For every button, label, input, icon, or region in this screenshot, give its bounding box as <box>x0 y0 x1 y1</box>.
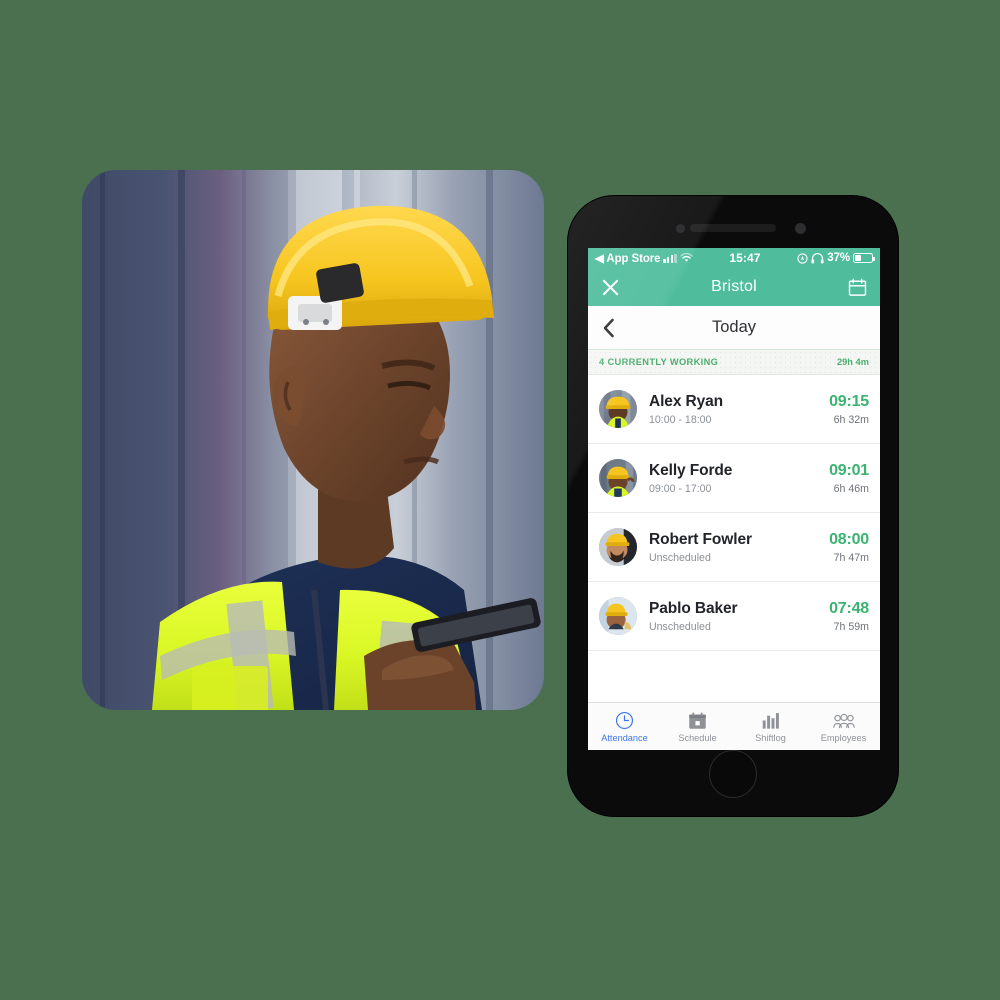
calendar-icon <box>849 278 867 296</box>
employee-schedule: Unscheduled <box>649 551 711 564</box>
avatar <box>599 597 637 635</box>
clock-icon <box>615 711 634 730</box>
avatar-icon <box>599 459 637 497</box>
table-row[interactable]: Robert Fowler Unscheduled 08:00 7h 47m <box>588 513 880 582</box>
battery-icon <box>853 253 876 263</box>
section-header: 4 CURRENTLY WORKING 29h 4m <box>588 350 880 375</box>
location-icon <box>797 252 808 264</box>
avatar-icon <box>599 390 637 428</box>
front-camera-icon <box>676 224 685 233</box>
clock-in-time: 09:15 <box>829 392 869 410</box>
close-icon <box>602 279 618 295</box>
close-button[interactable] <box>599 276 621 298</box>
section-total-hours: 29h 4m <box>836 357 869 367</box>
hero-photo <box>82 170 544 710</box>
people-icon <box>832 711 855 730</box>
tab-label: Employees <box>820 732 867 743</box>
app-navbar: Bristol <box>588 268 880 306</box>
current-date-label: Today <box>711 318 757 336</box>
avatar <box>599 390 637 428</box>
clock-in-time: 08:00 <box>829 530 869 548</box>
clock-in-time: 09:01 <box>829 461 869 479</box>
battery-percent-label: 37% <box>827 252 850 264</box>
status-bar-time: 15:47 <box>729 251 761 265</box>
employee-name: Pablo Baker <box>649 600 738 618</box>
employee-schedule: 10:00 - 18:00 <box>649 413 712 426</box>
employee-schedule: 09:00 - 17:00 <box>649 482 712 495</box>
table-row[interactable]: Alex Ryan 10:00 - 18:00 09:15 6h 32m <box>588 375 880 444</box>
tab-label: Schedule <box>678 732 717 743</box>
headphones-icon <box>811 252 824 263</box>
tab-label: Shiftlog <box>755 732 786 743</box>
page-title: Bristol <box>711 278 757 295</box>
status-bar: ◀ App Store 15:47 37% <box>588 248 880 268</box>
wifi-icon <box>679 253 693 262</box>
employee-schedule: Unscheduled <box>649 620 711 633</box>
avatar-icon <box>599 597 637 635</box>
table-row[interactable]: Kelly Forde 09:00 - 17:00 09:01 6h 46m <box>588 444 880 513</box>
tab-label: Attendance <box>601 732 648 743</box>
list-empty-space <box>588 651 880 709</box>
employee-name: Alex Ryan <box>649 393 724 411</box>
avatar <box>599 459 637 497</box>
phone-device: ◀ App Store 15:47 37% Bristol Today 4 CU… <box>568 196 898 816</box>
section-header-label: 4 CURRENTLY WORKING <box>599 357 719 367</box>
bottom-tab-bar: Attendance Schedule Shiftlog Employees <box>588 702 880 750</box>
phone-screen: ◀ App Store 15:47 37% Bristol Today 4 CU… <box>588 248 880 750</box>
worked-duration: 7h 47m <box>833 552 869 565</box>
bar-chart-icon <box>761 711 780 730</box>
tab-shiftlog[interactable]: Shiftlog <box>734 711 807 743</box>
avatar-icon <box>599 528 637 566</box>
signal-bars-icon <box>663 253 677 263</box>
worked-duration: 6h 32m <box>833 414 869 427</box>
avatar <box>599 528 637 566</box>
attendance-list: Alex Ryan 10:00 - 18:00 09:15 6h 32m Kel… <box>588 375 880 709</box>
home-button[interactable] <box>709 750 757 798</box>
tab-attendance[interactable]: Attendance <box>588 711 661 743</box>
proximity-sensor-icon <box>795 223 806 234</box>
tab-employees[interactable]: Employees <box>807 711 880 743</box>
worked-duration: 6h 46m <box>833 483 869 496</box>
worked-duration: 7h 59m <box>833 621 869 634</box>
calendar-button[interactable] <box>847 276 869 298</box>
table-row[interactable]: Pablo Baker Unscheduled 07:48 7h 59m <box>588 582 880 651</box>
employee-name: Robert Fowler <box>649 531 752 549</box>
calendar-icon <box>688 711 707 730</box>
app-store-back-link[interactable]: ◀ App Store <box>595 251 661 265</box>
employee-name: Kelly Forde <box>649 462 733 480</box>
earpiece-speaker <box>690 224 776 232</box>
date-nav-bar: Today <box>588 306 880 350</box>
tab-schedule[interactable]: Schedule <box>661 711 734 743</box>
clock-in-time: 07:48 <box>829 599 869 617</box>
worker-photo-illustration <box>82 170 544 710</box>
